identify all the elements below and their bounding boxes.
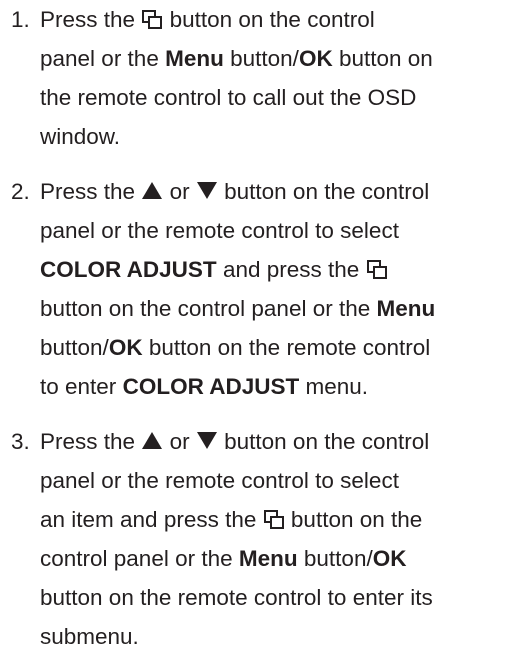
step-text: an item and press the	[40, 507, 257, 532]
step-line: an item and press the button on the	[40, 500, 524, 539]
step-text: button/	[40, 335, 109, 360]
step-line: window.	[40, 124, 121, 149]
step-text: or	[169, 179, 190, 204]
step-line: Press the or button on the control	[40, 422, 524, 461]
step-line: the remote control to call out the OSD	[40, 85, 417, 110]
ok-key-label: OK	[298, 46, 333, 71]
step-line: button/OK button on the remote control	[40, 328, 524, 367]
color-adjust-label: COLOR ADJUST	[40, 257, 217, 282]
menu-key-label: Menu	[238, 546, 298, 571]
step-text: button/	[303, 546, 373, 571]
step-2: 2. Press the or button on the control pa…	[0, 172, 524, 406]
step-3: 3. Press the or button on the control pa…	[0, 422, 524, 656]
step-text: button on the control	[224, 179, 430, 204]
menu-key-label: Menu	[376, 296, 436, 321]
step-text: Press the	[40, 429, 136, 454]
color-adjust-label: COLOR ADJUST	[122, 374, 300, 399]
step-text: or	[169, 429, 190, 454]
step-text: button on the control	[169, 7, 375, 32]
step-number: 2.	[11, 179, 30, 204]
step-text: button on the remote control	[148, 335, 431, 360]
step-text: button/	[230, 46, 299, 71]
step-line: panel or the Menu button/OK button on	[40, 39, 524, 78]
step-line: button on the control panel or the Menu	[40, 289, 524, 328]
step-text: Press the	[40, 7, 136, 32]
step-line: COLOR ADJUST and press the	[40, 250, 524, 289]
up-triangle-icon	[142, 432, 163, 449]
step-text: menu.	[305, 374, 369, 399]
menu-button-icon	[366, 260, 387, 279]
down-triangle-icon	[196, 432, 217, 449]
step-text: to enter	[40, 374, 117, 399]
step-line: Press the or button on the control	[40, 172, 524, 211]
step-text: panel or the	[40, 46, 159, 71]
step-line: to enter COLOR ADJUST menu.	[40, 367, 524, 406]
step-text: button on the	[290, 507, 423, 532]
step-number: 1.	[11, 7, 30, 32]
step-line: panel or the remote control to select	[40, 468, 399, 493]
step-number: 3.	[11, 429, 30, 454]
up-triangle-icon	[142, 182, 163, 199]
menu-key-label: Menu	[165, 46, 224, 71]
step-line: control panel or the Menu button/OK	[40, 539, 524, 578]
step-text: button on	[338, 46, 433, 71]
step-text: and press the	[222, 257, 360, 282]
step-line: button on the remote control to enter it…	[40, 585, 433, 610]
menu-button-icon	[263, 510, 284, 529]
ok-key-label: OK	[108, 335, 143, 360]
step-text: control panel or the	[40, 546, 233, 571]
menu-button-icon	[142, 10, 163, 29]
step-1: 1. Press the button on the control panel…	[0, 0, 524, 156]
instruction-steps: 1. Press the button on the control panel…	[0, 0, 524, 656]
ok-key-label: OK	[372, 546, 407, 571]
step-text: button on the control panel or the	[40, 296, 371, 321]
step-line: Press the button on the control	[40, 0, 524, 39]
down-triangle-icon	[196, 182, 217, 199]
step-line: submenu.	[40, 624, 139, 649]
step-text: Press the	[40, 179, 136, 204]
step-text: button on the control	[224, 429, 430, 454]
step-line: panel or the remote control to select	[40, 218, 399, 243]
